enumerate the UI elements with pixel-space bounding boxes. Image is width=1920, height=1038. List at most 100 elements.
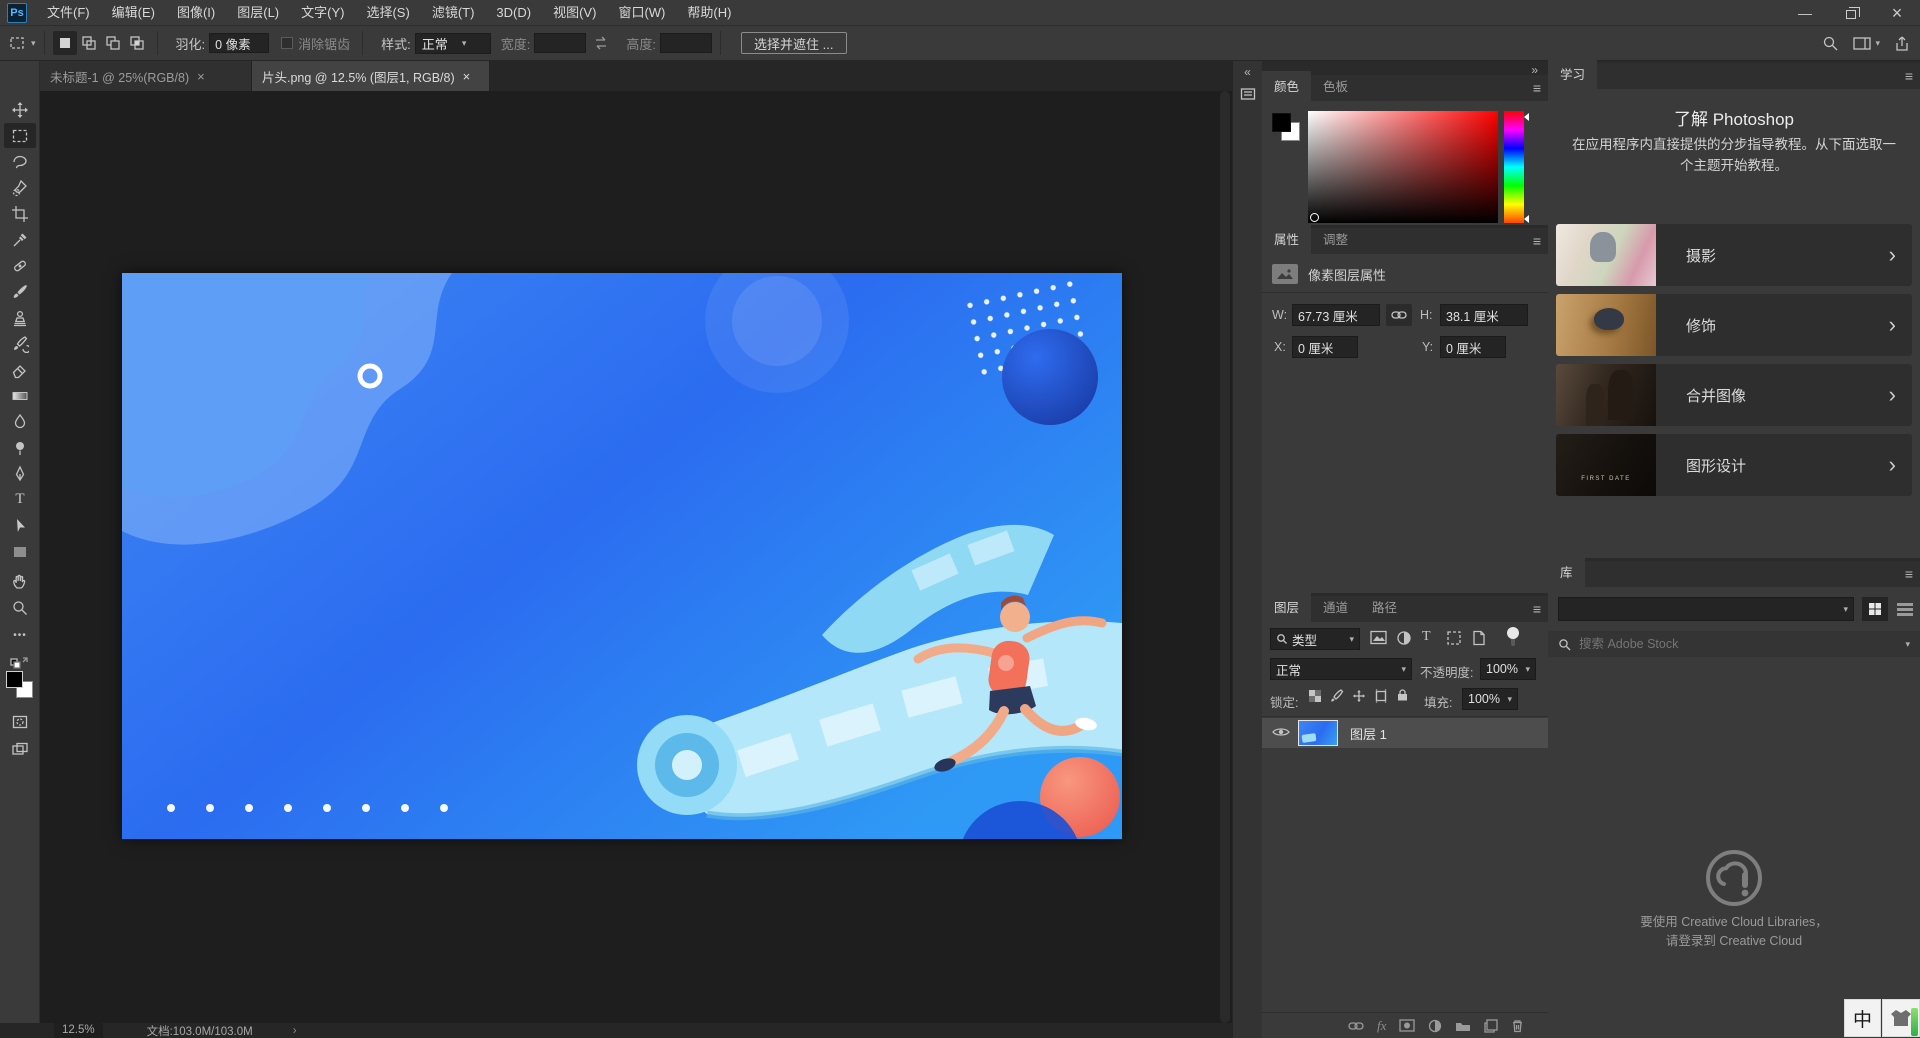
grid-view-button[interactable] — [1862, 597, 1888, 621]
color-field-marker[interactable] — [1310, 213, 1319, 222]
layer-effects-fx-icon[interactable]: fx — [1377, 1018, 1386, 1034]
adjustment-layer-icon[interactable] — [1428, 1019, 1442, 1033]
swap-dimensions-icon[interactable] — [592, 36, 610, 50]
add-layer-mask-icon[interactable] — [1399, 1019, 1415, 1032]
menu-item[interactable]: 文字(Y) — [290, 0, 355, 26]
width-value-field[interactable]: 67.73 厘米 — [1292, 304, 1380, 326]
filter-type-layers-icon[interactable]: T — [1422, 629, 1431, 645]
menu-item[interactable]: 编辑(E) — [101, 0, 166, 26]
link-layers-icon[interactable] — [1348, 1021, 1364, 1031]
rectangle-tool[interactable] — [4, 539, 36, 564]
foreground-color-swatch[interactable] — [1272, 113, 1291, 132]
menu-item[interactable]: 文件(F) — [36, 0, 101, 26]
filter-smart-objects-icon[interactable] — [1472, 630, 1486, 646]
collapsed-panel-icon[interactable] — [1233, 79, 1262, 104]
filter-shape-layers-icon[interactable] — [1446, 630, 1462, 646]
new-selection-button[interactable] — [53, 31, 77, 55]
menu-item[interactable]: 图像(I) — [166, 0, 226, 26]
history-brush-tool[interactable] — [4, 331, 36, 356]
lock-image-icon[interactable] — [1330, 689, 1344, 703]
lock-transparency-icon[interactable] — [1308, 689, 1322, 703]
height-input[interactable] — [660, 33, 712, 53]
document-tab-inactive[interactable]: 未标题-1 @ 25%(RGB/8) × — [40, 61, 252, 91]
link-dimensions-icon[interactable] — [1386, 304, 1412, 326]
zoom-level-field[interactable]: 12.5% — [54, 1023, 103, 1038]
panel-menu-icon[interactable]: ≡ — [1533, 601, 1540, 617]
add-to-selection-button[interactable] — [77, 31, 101, 55]
tab-adjustments[interactable]: 调整 — [1311, 224, 1360, 254]
foreground-color-swatch[interactable] — [6, 671, 23, 688]
blend-mode-select[interactable]: 正常 ▾ — [1270, 658, 1412, 680]
rectangular-marquee-tool[interactable] — [4, 123, 36, 148]
close-button[interactable]: × — [1874, 0, 1920, 26]
lock-artboard-icon[interactable] — [1374, 689, 1388, 703]
expand-panels-icon[interactable]: « — [1244, 65, 1251, 79]
menu-item[interactable]: 视图(V) — [542, 0, 607, 26]
stock-search-input[interactable] — [1579, 637, 1897, 651]
dodge-tool[interactable] — [4, 435, 36, 460]
learn-topic-card[interactable]: 合并图像 › — [1556, 364, 1912, 426]
type-tool[interactable]: T — [4, 487, 36, 512]
canvas-pasteboard[interactable] — [40, 91, 1232, 1023]
tab-libraries[interactable]: 库 — [1548, 557, 1585, 587]
opacity-value-select[interactable]: 100% ▾ — [1480, 658, 1536, 680]
close-tab-icon[interactable]: × — [197, 69, 205, 84]
select-and-mask-button[interactable]: 选择并遮住 ... — [741, 32, 846, 54]
menu-item[interactable]: 帮助(H) — [676, 0, 742, 26]
canvas-vertical-scrollbar[interactable] — [1220, 91, 1230, 1023]
tab-color[interactable]: 颜色 — [1262, 71, 1311, 101]
color-fgbg-swatches[interactable] — [1272, 113, 1302, 143]
lock-all-icon[interactable] — [1396, 688, 1409, 702]
tab-swatches[interactable]: 色板 — [1311, 71, 1360, 101]
style-select[interactable]: 正常▾ — [415, 33, 491, 54]
screen-mode-button[interactable] — [4, 737, 36, 762]
status-expand-icon[interactable]: › — [293, 1025, 297, 1037]
hue-marker-top[interactable] — [1524, 113, 1529, 121]
antialias-checkbox[interactable] — [281, 37, 293, 49]
layer-filter-toggle[interactable] — [1506, 626, 1520, 651]
brush-tool[interactable] — [4, 279, 36, 304]
layer-name[interactable]: 图层 1 — [1350, 724, 1387, 743]
blur-tool[interactable] — [4, 409, 36, 434]
feather-input[interactable] — [209, 33, 269, 53]
crop-tool[interactable] — [4, 201, 36, 226]
saturation-brightness-field[interactable] — [1308, 111, 1498, 223]
subtract-selection-button[interactable] — [101, 31, 125, 55]
gradient-tool[interactable] — [4, 383, 36, 408]
panel-menu-icon[interactable]: ≡ — [1533, 233, 1540, 249]
learn-topic-card[interactable]: 修饰 › — [1556, 294, 1912, 356]
fill-value-select[interactable]: 100% ▾ — [1462, 688, 1518, 710]
intersect-selection-button[interactable] — [125, 31, 149, 55]
hue-slider[interactable] — [1504, 111, 1524, 223]
stock-search-row[interactable]: ▾ — [1548, 631, 1920, 657]
path-selection-tool[interactable] — [4, 513, 36, 538]
layer-visibility-eye-icon[interactable] — [1272, 726, 1290, 741]
quick-mask-button[interactable] — [4, 709, 36, 734]
tab-layers[interactable]: 图层 — [1262, 592, 1311, 622]
panel-menu-icon[interactable]: ≡ — [1533, 80, 1540, 96]
pen-tool[interactable] — [4, 461, 36, 486]
foreground-background-swatches[interactable] — [6, 671, 34, 699]
height-value-field[interactable]: 38.1 厘米 — [1440, 304, 1528, 326]
library-select[interactable]: ▾ — [1558, 597, 1854, 621]
tab-paths[interactable]: 路径 — [1360, 592, 1409, 622]
x-value-field[interactable]: 0 厘米 — [1292, 336, 1358, 358]
menu-item[interactable]: 窗口(W) — [607, 0, 676, 26]
panel-menu-icon[interactable]: ≡ — [1905, 68, 1912, 84]
document-tab-active[interactable]: 片头.png @ 12.5% (图层1, RGB/8) × — [252, 61, 490, 91]
restore-button[interactable] — [1828, 0, 1874, 26]
clone-stamp-tool[interactable] — [4, 305, 36, 330]
menu-item[interactable]: 3D(D) — [485, 0, 542, 26]
eraser-tool[interactable] — [4, 357, 36, 382]
hand-tool[interactable] — [4, 569, 36, 594]
spot-healing-brush-tool[interactable] — [4, 253, 36, 278]
learn-topic-card[interactable]: FIRST DATE 图形设计 › — [1556, 434, 1912, 496]
learn-topic-card[interactable]: 摄影 › — [1556, 224, 1912, 286]
list-view-button[interactable] — [1892, 597, 1918, 621]
tab-learn[interactable]: 学习 — [1548, 59, 1597, 89]
minimize-button[interactable]: — — [1782, 0, 1828, 26]
share-icon[interactable] — [1894, 35, 1910, 52]
y-value-field[interactable]: 0 厘米 — [1440, 336, 1506, 358]
menu-item[interactable]: 选择(S) — [355, 0, 420, 26]
new-layer-icon[interactable] — [1484, 1019, 1498, 1033]
